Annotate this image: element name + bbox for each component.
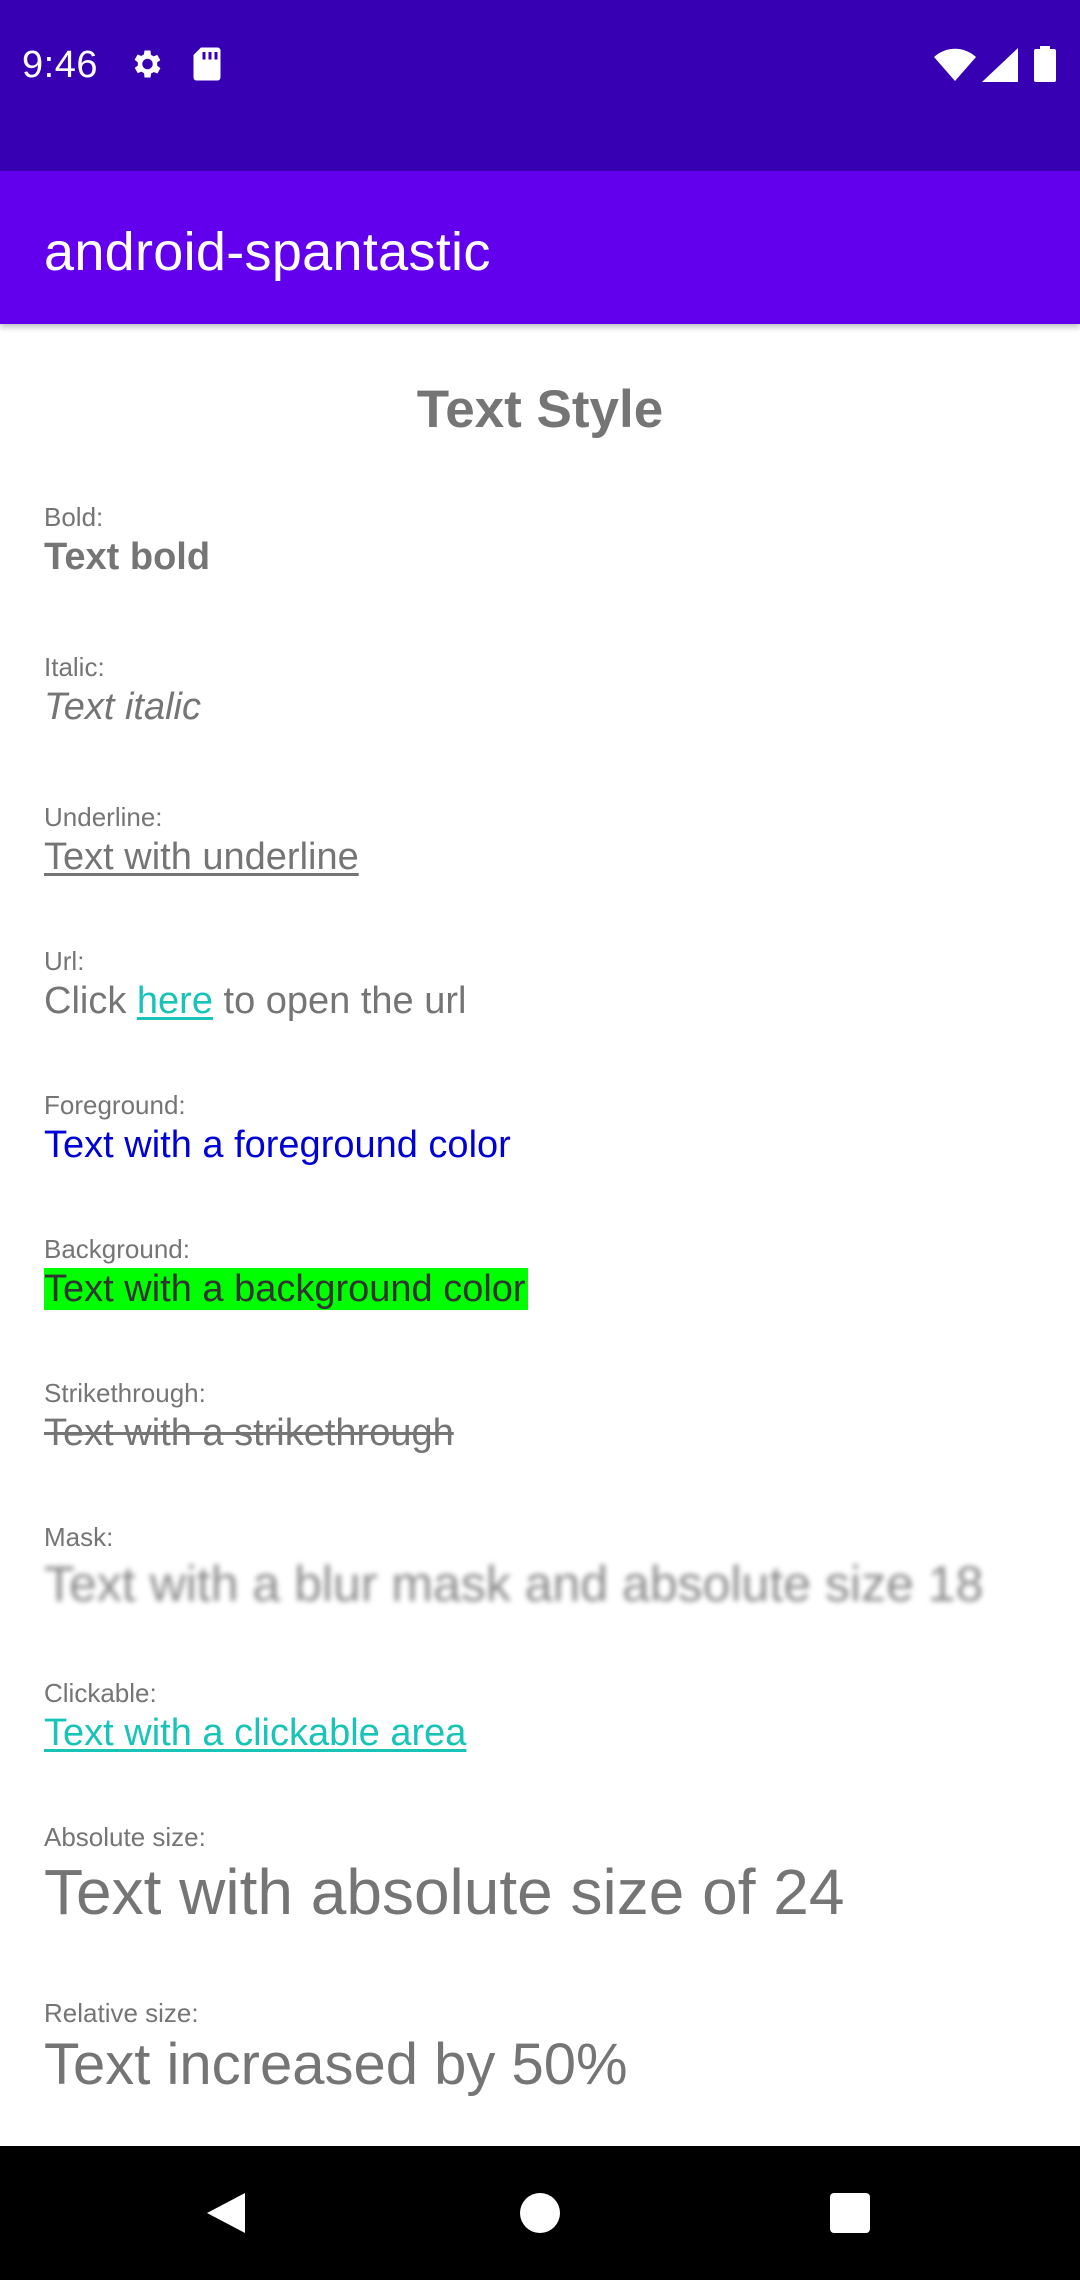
navigation-bar xyxy=(0,2146,1080,2280)
foreground-item: Foreground: Text with a foreground color xyxy=(44,1088,511,1168)
recents-icon xyxy=(830,2193,870,2233)
sd-card-icon xyxy=(193,47,221,81)
underline-item: Underline: Text with underline xyxy=(44,800,359,880)
underline-label: Underline: xyxy=(44,802,163,832)
mask-text: Text with a blur mask and absolute size … xyxy=(44,1556,984,1612)
gear-icon xyxy=(134,50,161,78)
bold-text: Text bold xyxy=(44,536,211,578)
italic-label: Italic: xyxy=(44,652,105,682)
relative-size-label: Relative size: xyxy=(44,1998,199,2028)
app-title: android-spantastic xyxy=(44,222,491,282)
section-heading: Text Style xyxy=(416,380,664,439)
url-link[interactable]: here xyxy=(137,980,213,1022)
background-item: Background: Text with a background color xyxy=(44,1232,528,1312)
absolute-size-item: Absolute size: Text with absolute size o… xyxy=(44,1820,844,1930)
url-text: Click here to open the url xyxy=(44,978,466,1024)
status-bar: 9:46 xyxy=(0,0,1080,171)
back-button[interactable] xyxy=(165,2146,285,2280)
foreground-text: Text with a foreground color xyxy=(44,1124,511,1166)
mask-label: Mask: xyxy=(44,1522,114,1552)
absolute-size-text: Text with absolute size of 24 xyxy=(44,1856,845,1928)
background-text: Text with a background color xyxy=(44,1268,528,1310)
bold-label: Bold: xyxy=(44,502,104,532)
url-text-after: to open the url xyxy=(212,980,467,1022)
status-time: 9:46 xyxy=(22,44,98,86)
home-button[interactable] xyxy=(480,2146,600,2280)
back-icon xyxy=(207,2193,245,2233)
home-icon xyxy=(520,2193,560,2233)
underline-text: Text with underline xyxy=(44,836,359,878)
mask-item: Mask: Text with a blur mask and absolute… xyxy=(44,1520,983,1614)
recents-button[interactable] xyxy=(790,2146,910,2280)
relative-size-item: Relative size: Text increased by 50% xyxy=(44,1996,628,2100)
clickable-item: Clickable: Text with a clickable area xyxy=(44,1676,466,1756)
url-label: Url: xyxy=(44,946,85,976)
url-item: Url: Click here to open the url xyxy=(44,944,466,1024)
italic-item: Italic: Text italic xyxy=(44,650,201,730)
bold-item: Bold: Text bold xyxy=(44,500,210,580)
app-bar: android-spantastic xyxy=(0,171,1080,324)
strikethrough-label: Strikethrough: xyxy=(44,1378,206,1408)
strikethrough-item: Strikethrough: Text with a strikethrough xyxy=(44,1376,454,1456)
url-text-before: Click xyxy=(44,980,137,1022)
foreground-label: Foreground: xyxy=(44,1090,186,1120)
strikethrough-text: Text with a strikethrough xyxy=(44,1412,454,1454)
italic-text: Text italic xyxy=(44,686,201,728)
battery-icon xyxy=(1034,46,1056,82)
absolute-size-label: Absolute size: xyxy=(44,1822,206,1852)
background-label: Background: xyxy=(44,1234,190,1264)
clickable-text[interactable]: Text with a clickable area xyxy=(44,1710,466,1756)
relative-size-text: Text increased by 50% xyxy=(44,2032,628,2097)
clickable-label: Clickable: xyxy=(44,1678,157,1708)
signal-icon xyxy=(982,48,1018,82)
wifi-icon xyxy=(934,48,976,81)
